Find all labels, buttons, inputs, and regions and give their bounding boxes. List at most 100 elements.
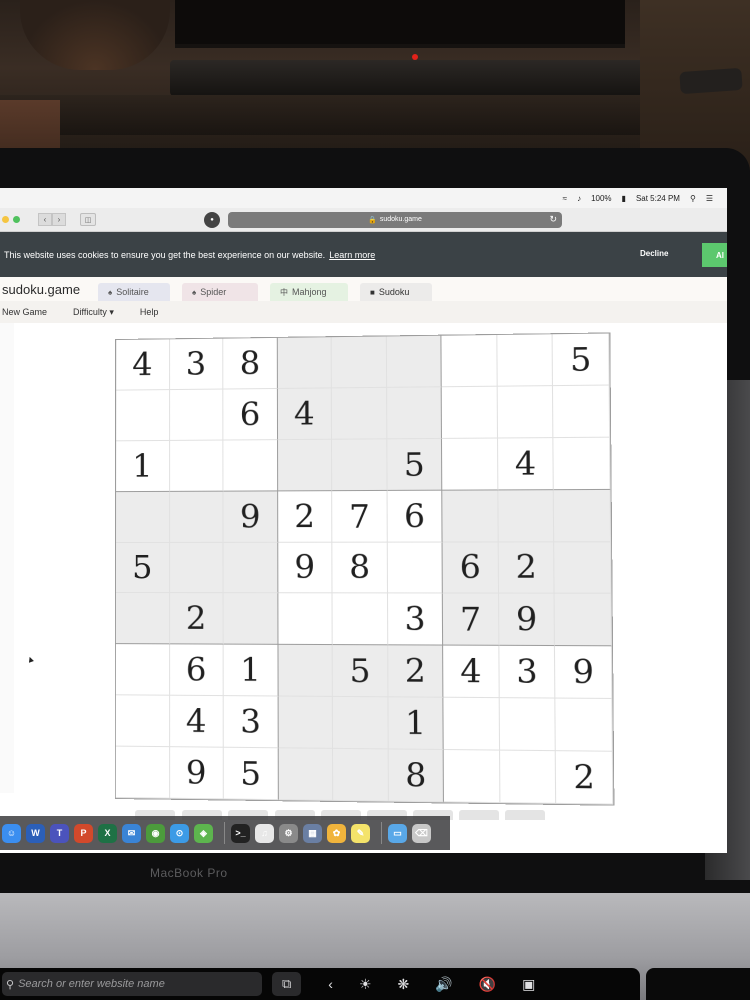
collapse-chevron-icon[interactable]: ‹ bbox=[328, 976, 333, 992]
photos-icon[interactable]: ✿ bbox=[327, 823, 346, 843]
maps-icon[interactable]: ◈ bbox=[194, 823, 213, 843]
sudoku-cell[interactable] bbox=[223, 593, 279, 646]
back-button[interactable]: ‹ bbox=[38, 213, 52, 226]
sudoku-cell[interactable]: 9 bbox=[223, 491, 278, 543]
site-favicon-icon[interactable]: ● bbox=[204, 211, 220, 228]
sudoku-cell[interactable] bbox=[115, 695, 170, 748]
address-bar[interactable]: 🔒 sudoku.game ↻ bbox=[228, 211, 562, 228]
sudoku-cell[interactable]: 2 bbox=[556, 751, 614, 805]
sudoku-cell[interactable] bbox=[278, 696, 334, 749]
touchbar-search-field[interactable]: ⚲ Search or enter website name bbox=[2, 972, 262, 996]
reload-icon[interactable]: ↻ bbox=[549, 214, 557, 225]
sudoku-cell[interactable]: 6 bbox=[442, 541, 499, 595]
sudoku-cell[interactable] bbox=[169, 491, 224, 543]
sudoku-cell[interactable]: 2 bbox=[498, 541, 556, 595]
tabs-overview-icon[interactable]: ⧉ bbox=[272, 972, 302, 996]
sudoku-cell[interactable] bbox=[442, 490, 499, 543]
sudoku-cell[interactable]: 9 bbox=[555, 646, 613, 700]
safari-icon[interactable]: ⊙ bbox=[170, 823, 189, 843]
sudoku-cell[interactable] bbox=[554, 489, 612, 542]
sudoku-cell[interactable]: 3 bbox=[499, 646, 556, 699]
brightness-icon[interactable]: ☀ bbox=[359, 976, 372, 993]
sudoku-cell[interactable]: 6 bbox=[223, 388, 278, 441]
sudoku-cell[interactable] bbox=[387, 542, 444, 594]
touch-id-key[interactable] bbox=[646, 968, 750, 1000]
itunes-icon[interactable]: ♫ bbox=[255, 823, 274, 843]
mail-icon[interactable]: ✉ bbox=[122, 823, 141, 843]
folder-icon[interactable]: ▭ bbox=[388, 823, 407, 843]
keyboard-brightness-icon[interactable]: ❋ bbox=[398, 976, 410, 993]
sudoku-cell[interactable]: 4 bbox=[116, 339, 170, 391]
sudoku-cell[interactable]: 3 bbox=[169, 338, 224, 390]
sudoku-cell[interactable] bbox=[331, 336, 387, 389]
sudoku-cell[interactable] bbox=[223, 542, 279, 594]
sudoku-cell[interactable] bbox=[223, 439, 278, 492]
site-brand[interactable]: sudoku.game bbox=[2, 282, 98, 297]
powerpoint-icon[interactable]: P bbox=[74, 823, 93, 843]
sudoku-cell[interactable]: 6 bbox=[169, 644, 224, 697]
zoom-button[interactable] bbox=[13, 216, 20, 223]
sudoku-cell[interactable] bbox=[277, 439, 333, 492]
new-game-menu[interactable]: New Game bbox=[2, 307, 47, 317]
sudoku-cell[interactable]: 7 bbox=[332, 490, 388, 543]
volume-icon[interactable]: ♪ bbox=[577, 194, 581, 203]
sudoku-cell[interactable]: 8 bbox=[332, 542, 388, 594]
numpad-key[interactable] bbox=[505, 810, 545, 820]
forward-button[interactable]: › bbox=[52, 213, 66, 226]
sudoku-cell[interactable] bbox=[499, 698, 557, 752]
sudoku-cell[interactable] bbox=[333, 748, 389, 802]
sudoku-cell[interactable] bbox=[443, 697, 500, 751]
minimize-button[interactable] bbox=[2, 216, 9, 223]
sudoku-cell[interactable] bbox=[444, 750, 501, 804]
sudoku-cell[interactable] bbox=[386, 387, 443, 440]
help-menu[interactable]: Help bbox=[140, 307, 159, 317]
sudoku-cell[interactable] bbox=[553, 385, 611, 438]
battery-icon[interactable]: ▮ bbox=[622, 194, 626, 203]
sudoku-cell[interactable] bbox=[441, 334, 498, 388]
sudoku-cell[interactable] bbox=[555, 698, 613, 752]
sudoku-cell[interactable] bbox=[115, 644, 170, 696]
sudoku-cell[interactable] bbox=[333, 697, 389, 750]
sudoku-cell[interactable] bbox=[332, 387, 388, 440]
trash-icon[interactable]: ⌫ bbox=[412, 823, 431, 843]
sudoku-cell[interactable] bbox=[497, 385, 554, 439]
sudoku-cell[interactable] bbox=[115, 746, 170, 799]
sudoku-cell[interactable] bbox=[442, 438, 499, 491]
allow-button[interactable]: Al bbox=[702, 243, 727, 267]
sudoku-cell[interactable]: 3 bbox=[387, 593, 444, 646]
sudoku-cell[interactable] bbox=[386, 335, 443, 388]
tab-sudoku[interactable]: ■ Sudoku bbox=[360, 283, 432, 301]
sudoku-cell[interactable] bbox=[442, 386, 498, 439]
sudoku-cell[interactable]: 2 bbox=[277, 490, 333, 543]
volume-icon[interactable]: 🔊 bbox=[435, 976, 452, 993]
terminal-icon[interactable]: >_ bbox=[231, 823, 250, 843]
sudoku-cell[interactable] bbox=[277, 337, 333, 389]
sudoku-cell[interactable] bbox=[116, 389, 170, 442]
sudoku-cell[interactable]: 5 bbox=[553, 333, 610, 386]
sudoku-cell[interactable]: 8 bbox=[223, 337, 278, 390]
system-preferences-icon[interactable]: ⚙ bbox=[279, 823, 298, 843]
sudoku-cell[interactable]: 5 bbox=[332, 645, 389, 698]
sudoku-cell[interactable] bbox=[169, 542, 224, 594]
decline-button[interactable]: Decline bbox=[640, 249, 668, 258]
sudoku-cell[interactable] bbox=[115, 593, 170, 645]
menubar-clock[interactable]: Sat 5:24 PM bbox=[636, 194, 680, 203]
sudoku-cell[interactable]: 6 bbox=[387, 490, 443, 543]
sudoku-cell[interactable]: 2 bbox=[387, 645, 444, 698]
siri-icon[interactable]: ▣ bbox=[522, 976, 535, 993]
sudoku-cell[interactable] bbox=[555, 594, 612, 647]
sudoku-cell[interactable]: 9 bbox=[498, 594, 556, 647]
sudoku-cell[interactable] bbox=[554, 541, 612, 595]
word-icon[interactable]: W bbox=[26, 823, 45, 843]
sudoku-cell[interactable]: 8 bbox=[388, 749, 445, 803]
preview-icon[interactable]: ▦ bbox=[303, 823, 322, 843]
sudoku-cell[interactable]: 2 bbox=[169, 593, 224, 645]
tab-solitaire[interactable]: ♠ Solitaire bbox=[98, 283, 170, 301]
tab-mahjong[interactable]: 中 Mahjong bbox=[270, 283, 348, 301]
sudoku-cell[interactable]: 4 bbox=[277, 388, 333, 440]
sudoku-cell[interactable]: 9 bbox=[277, 542, 333, 594]
sudoku-cell[interactable]: 5 bbox=[223, 747, 279, 801]
chrome-icon[interactable]: ◉ bbox=[146, 823, 165, 843]
sudoku-cell[interactable] bbox=[332, 439, 388, 491]
sudoku-cell[interactable]: 4 bbox=[443, 645, 500, 699]
